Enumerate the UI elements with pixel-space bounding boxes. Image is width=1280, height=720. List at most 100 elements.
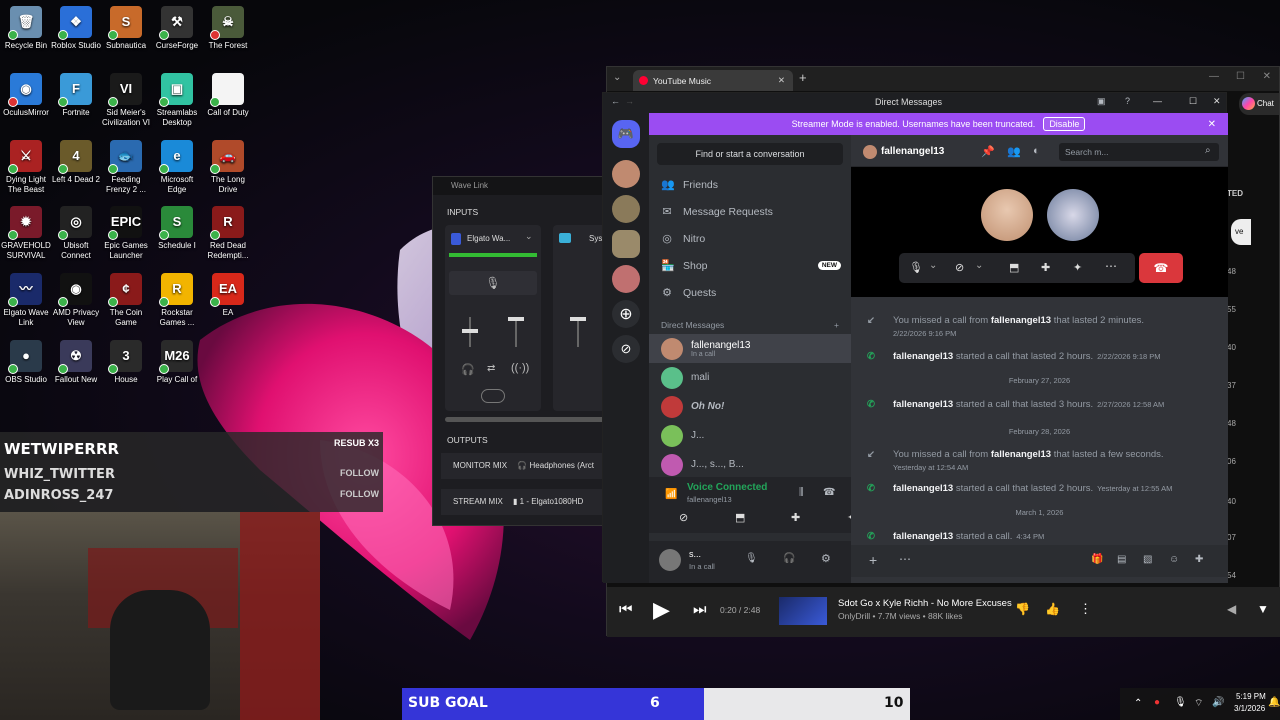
avatar[interactable] xyxy=(1047,189,1099,241)
maximize-button[interactable]: ☐ xyxy=(1189,96,1197,107)
maximize-button[interactable]: ☐ xyxy=(1236,71,1245,82)
side-button[interactable]: ve xyxy=(1231,219,1251,245)
nav-item[interactable]: ⚙ Quests xyxy=(649,279,851,306)
effects-icon[interactable] xyxy=(481,389,505,403)
wifi-icon[interactable]: ⌔ xyxy=(1194,697,1203,710)
avatar[interactable] xyxy=(612,265,640,293)
find-conversation-button[interactable]: Find or start a conversation xyxy=(657,143,843,165)
desktop-icon[interactable]: ◉ OculusMirror xyxy=(0,73,52,118)
more-icon[interactable]: ⋮ xyxy=(1079,601,1092,617)
dm-item[interactable]: mali xyxy=(649,363,851,392)
nav-item[interactable]: ◎ Nitro xyxy=(649,225,851,252)
microphone-icon[interactable]: 🎙 xyxy=(909,261,923,274)
input-name[interactable]: Sys xyxy=(589,234,602,243)
desktop-icon[interactable]: ◎ Ubisoft Connect xyxy=(50,206,102,261)
desktop-icon[interactable]: ● OBS Studio xyxy=(0,340,52,385)
desktop-icon[interactable]: F Fortnite xyxy=(50,73,102,118)
disable-streamer-button[interactable]: Disable xyxy=(1043,117,1086,131)
message-user[interactable]: fallenangel13 xyxy=(991,315,1051,326)
search-input[interactable]: Search m... xyxy=(1059,143,1219,161)
noise-icon[interactable]: ⫼ xyxy=(799,487,804,498)
desktop-icon[interactable]: ¢ The Coin Game xyxy=(100,273,152,328)
chevron-up-icon[interactable]: ⌃ xyxy=(1134,698,1142,709)
camera-off-icon[interactable]: ⊘ xyxy=(955,261,964,274)
soundboard-icon[interactable]: ✦ xyxy=(1073,261,1082,274)
profile-icon[interactable]: ◐ xyxy=(1033,145,1040,157)
chevron-down-icon[interactable]: ⌄ xyxy=(525,231,533,242)
volume-icon[interactable]: 🔊 xyxy=(1212,697,1224,708)
activities-icon[interactable]: ✚ xyxy=(791,511,800,524)
activities-icon[interactable]: ✚ xyxy=(1041,261,1050,274)
tab-youtube-music[interactable]: YouTube Music ✕ xyxy=(633,70,793,91)
dislike-icon[interactable]: 👎 xyxy=(1015,602,1030,616)
chevron-down-icon[interactable]: ⌄ xyxy=(929,260,937,271)
desktop-icon[interactable]: 3 House xyxy=(100,340,152,385)
desktop-icon[interactable]: EPIC Epic Games Launcher xyxy=(100,206,152,261)
play-icon[interactable]: ▶ xyxy=(653,597,670,623)
hang-up-button[interactable]: ☎ xyxy=(1139,253,1183,283)
desktop-icon[interactable]: R Rockstar Games ... xyxy=(151,273,203,328)
desktop-icon[interactable]: 4 Left 4 Dead 2 xyxy=(50,140,102,185)
sticker-icon[interactable]: ▧ xyxy=(1143,554,1152,565)
close-window-button[interactable]: ✕ xyxy=(1213,96,1221,107)
desktop-icon[interactable]: 〰 Elgato Wave Link xyxy=(0,273,52,328)
minimize-button[interactable]: — xyxy=(1209,71,1219,82)
input-name[interactable]: Elgato Wa... xyxy=(467,234,510,243)
notification-icon[interactable]: 🔔 xyxy=(1268,697,1280,708)
dm-item[interactable]: Oh No! xyxy=(649,392,851,421)
message-user[interactable]: fallenangel13 xyxy=(893,483,953,494)
expand-icon[interactable]: ▼ xyxy=(1257,602,1269,616)
camera-off-icon[interactable]: ⊘ xyxy=(679,511,688,524)
minimize-button[interactable]: — xyxy=(1153,96,1162,106)
desktop-icon[interactable]: ◉ AMD Privacy View xyxy=(50,273,102,328)
desktop-icon[interactable]: ❖ Roblox Studio xyxy=(50,6,102,51)
create-dm-icon[interactable]: + xyxy=(834,320,839,330)
message-user[interactable]: fallenangel13 xyxy=(991,449,1051,460)
dm-item[interactable]: fallenangel13 In a call xyxy=(649,334,851,363)
nav-item[interactable]: 👥 Friends xyxy=(649,171,851,198)
fader-handle[interactable] xyxy=(570,317,586,321)
message-user[interactable]: fallenangel13 xyxy=(893,351,953,362)
desktop-icon[interactable]: S Schedule I xyxy=(151,206,203,251)
link-icon[interactable]: ⇄ xyxy=(487,363,495,374)
discord-home-icon[interactable]: 🎮 xyxy=(612,120,640,148)
chat-user-name[interactable]: fallenangel13 xyxy=(881,146,944,157)
desktop-icon[interactable]: M26 Play Call of xyxy=(151,340,203,385)
server-icon[interactable] xyxy=(612,230,640,258)
previous-arrow-icon[interactable]: ◀ xyxy=(1227,602,1236,616)
chevron-down-icon[interactable]: ⌄ xyxy=(613,72,621,83)
avatar[interactable] xyxy=(981,189,1033,241)
desktop-icon[interactable]: Call of Duty xyxy=(202,73,254,118)
chevron-down-icon[interactable]: ⌄ xyxy=(975,260,983,271)
help-icon[interactable]: ? xyxy=(1125,96,1130,106)
microphone-icon[interactable]: 🎙 xyxy=(745,553,758,564)
fader-handle[interactable] xyxy=(462,329,478,333)
message-user[interactable]: fallenangel13 xyxy=(893,531,953,542)
album-art[interactable] xyxy=(779,597,827,625)
close-window-button[interactable]: ✕ xyxy=(1263,71,1271,82)
new-tab-button[interactable]: + xyxy=(799,70,807,85)
avatar[interactable] xyxy=(659,549,681,571)
back-icon[interactable]: ← xyxy=(611,96,620,106)
chat-button[interactable]: Chat xyxy=(1239,93,1279,115)
add-attachment-icon[interactable]: + xyxy=(869,552,877,568)
gif-icon[interactable]: ▤ xyxy=(1117,554,1126,565)
fader-handle[interactable] xyxy=(508,317,524,321)
avatar[interactable] xyxy=(612,195,640,223)
desktop-icon[interactable]: e Microsoft Edge xyxy=(151,140,203,195)
more-icon[interactable]: ⋯ xyxy=(899,552,911,566)
headphones-mute-icon[interactable]: 🎧 xyxy=(461,363,475,376)
desktop-icon[interactable]: ⚒ CurseForge xyxy=(151,6,203,51)
desktop-icon[interactable]: 🐟 Feeding Frenzy 2 ... xyxy=(100,140,152,195)
headphones-icon[interactable]: 🎧 xyxy=(783,553,795,564)
message-user[interactable]: fallenangel13 xyxy=(893,399,953,410)
horizontal-scrollbar[interactable] xyxy=(445,417,611,422)
like-icon[interactable]: 👍 xyxy=(1045,602,1060,616)
avatar[interactable] xyxy=(612,160,640,188)
inbox-icon[interactable]: ▣ xyxy=(1097,96,1106,107)
desktop-icon[interactable]: EA EA xyxy=(202,273,254,318)
apps-icon[interactable]: ✚ xyxy=(1195,554,1203,565)
settings-gear-icon[interactable]: ⚙ xyxy=(821,552,831,565)
desktop-icon[interactable]: ⚔ Dying Light The Beast xyxy=(0,140,52,195)
emoji-icon[interactable]: ☺ xyxy=(1169,554,1179,565)
